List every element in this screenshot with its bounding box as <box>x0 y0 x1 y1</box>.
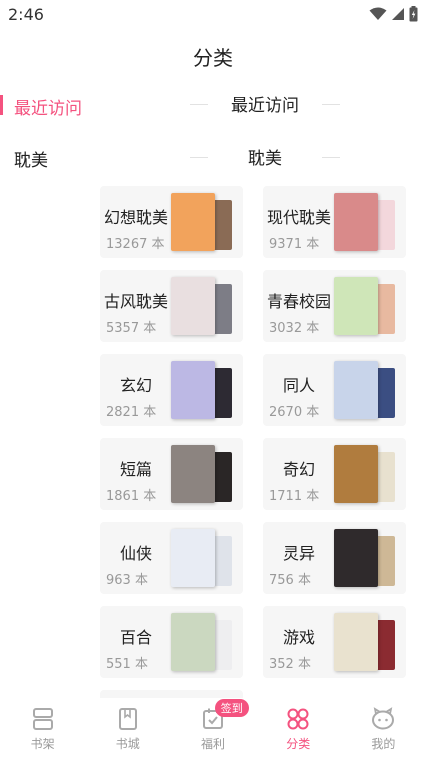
category-grid-icon <box>287 708 309 730</box>
book-cover <box>171 445 215 503</box>
category-name: 灵异 <box>282 544 315 563</box>
book-cover-back <box>375 368 395 418</box>
book-cover-back <box>375 620 395 670</box>
bookstore-icon <box>118 708 137 730</box>
book-cover <box>171 529 215 587</box>
category-card[interactable]: 灵异 756 本 <box>263 522 406 594</box>
category-name: 青春校园 <box>266 292 331 311</box>
category-grid: 幻想耽美 13267 本 现代耽美 9371 本古风耽美 5357 本 青春校园 3032 … <box>100 186 418 678</box>
section-title-danmei: 耽美 <box>180 144 350 169</box>
category-card-partial[interactable] <box>100 690 243 698</box>
nav-bookstore[interactable]: 书城 <box>85 698 170 757</box>
category-name: 古风耽美 <box>103 292 168 311</box>
category-name: 游戏 <box>282 628 315 647</box>
category-book-count: 1711 本 <box>269 489 320 504</box>
nav-label: 分类 <box>286 737 311 751</box>
category-card[interactable]: 同人 2670 本 <box>263 354 406 426</box>
signal-icon <box>392 8 404 20</box>
book-cover-back <box>212 284 232 334</box>
category-card[interactable]: 仙侠 963 本 <box>100 522 243 594</box>
sidebar-item-label: 最近访问 <box>14 98 82 119</box>
nav-welfare[interactable]: 签到 福利 <box>170 698 255 757</box>
category-card[interactable]: 奇幻 1711 本 <box>263 438 406 510</box>
book-cover <box>334 613 378 671</box>
category-card[interactable]: 游戏 352 本 <box>263 606 406 678</box>
category-card[interactable]: 百合 551 本 <box>100 606 243 678</box>
category-name: 现代耽美 <box>266 208 331 227</box>
book-cover <box>334 529 378 587</box>
category-name: 短篇 <box>119 460 152 479</box>
section-title-recent: 最近访问 <box>180 91 350 116</box>
category-card[interactable]: 古风耽美 5357 本 <box>100 270 243 342</box>
category-name: 玄幻 <box>119 376 152 395</box>
status-bar: 2:46 <box>0 0 426 30</box>
profile-icon <box>372 707 395 730</box>
category-book-count: 3032 本 <box>269 321 320 336</box>
nav-label: 书城 <box>115 737 140 751</box>
sidebar-item-recent[interactable]: 最近访问 <box>0 80 100 132</box>
book-cover-back <box>375 200 395 250</box>
book-cover-back <box>212 452 232 502</box>
sidebar-item-danmei[interactable]: 耽美 <box>0 132 100 184</box>
category-book-count: 2821 本 <box>106 405 157 420</box>
book-cover <box>171 613 215 671</box>
category-name: 百合 <box>119 628 152 647</box>
category-name: 仙侠 <box>119 544 152 563</box>
category-card[interactable]: 幻想耽美 13267 本 <box>100 186 243 258</box>
nav-label: 我的 <box>371 737 396 751</box>
category-book-count: 551 本 <box>106 657 148 672</box>
book-cover-back <box>212 536 232 586</box>
category-name: 奇幻 <box>282 460 315 479</box>
category-card[interactable]: 短篇 1861 本 <box>100 438 243 510</box>
category-name: 同人 <box>282 376 315 395</box>
page-title: 分类 <box>193 46 233 70</box>
category-book-count: 352 本 <box>269 657 311 672</box>
book-cover-back <box>375 284 395 334</box>
category-book-count: 963 本 <box>106 573 148 588</box>
category-card[interactable]: 玄幻 2821 本 <box>100 354 243 426</box>
bottom-nav: 书架 书城 签到 福利 分类 我的 <box>0 698 426 757</box>
category-book-count: 2670 本 <box>269 405 320 420</box>
book-cover-back <box>212 368 232 418</box>
category-card[interactable]: 青春校园 3032 本 <box>263 270 406 342</box>
category-book-count: 9371 本 <box>269 237 320 252</box>
book-cover-back <box>375 536 395 586</box>
category-card[interactable]: 现代耽美 9371 本 <box>263 186 406 258</box>
book-cover <box>171 193 215 251</box>
nav-label: 书架 <box>30 737 55 751</box>
checkin-badge[interactable]: 签到 <box>214 699 249 717</box>
category-name: 幻想耽美 <box>103 208 168 227</box>
category-sidebar: 最近访问 耽美 <box>0 80 100 184</box>
category-book-count: 5357 本 <box>106 321 157 336</box>
book-cover-back <box>375 452 395 502</box>
category-book-count: 1861 本 <box>106 489 157 504</box>
book-cover <box>334 445 378 503</box>
book-cover <box>334 361 378 419</box>
sidebar-item-label: 耽美 <box>14 150 48 171</box>
nav-profile[interactable]: 我的 <box>341 698 426 757</box>
book-cover <box>334 193 378 251</box>
book-cover-back <box>212 200 232 250</box>
bookshelf-icon <box>32 708 53 730</box>
nav-bookshelf[interactable]: 书架 <box>0 698 85 757</box>
status-time: 2:46 <box>8 5 44 24</box>
book-cover <box>171 361 215 419</box>
battery-icon <box>409 6 418 22</box>
book-cover-back <box>212 620 232 670</box>
nav-category[interactable]: 分类 <box>256 698 341 757</box>
category-book-count: 13267 本 <box>106 237 165 252</box>
book-cover <box>171 277 215 335</box>
category-book-count: 756 本 <box>269 573 311 588</box>
wifi-icon <box>369 7 387 20</box>
status-icons <box>369 6 418 22</box>
book-cover <box>334 277 378 335</box>
nav-label: 福利 <box>201 737 226 751</box>
